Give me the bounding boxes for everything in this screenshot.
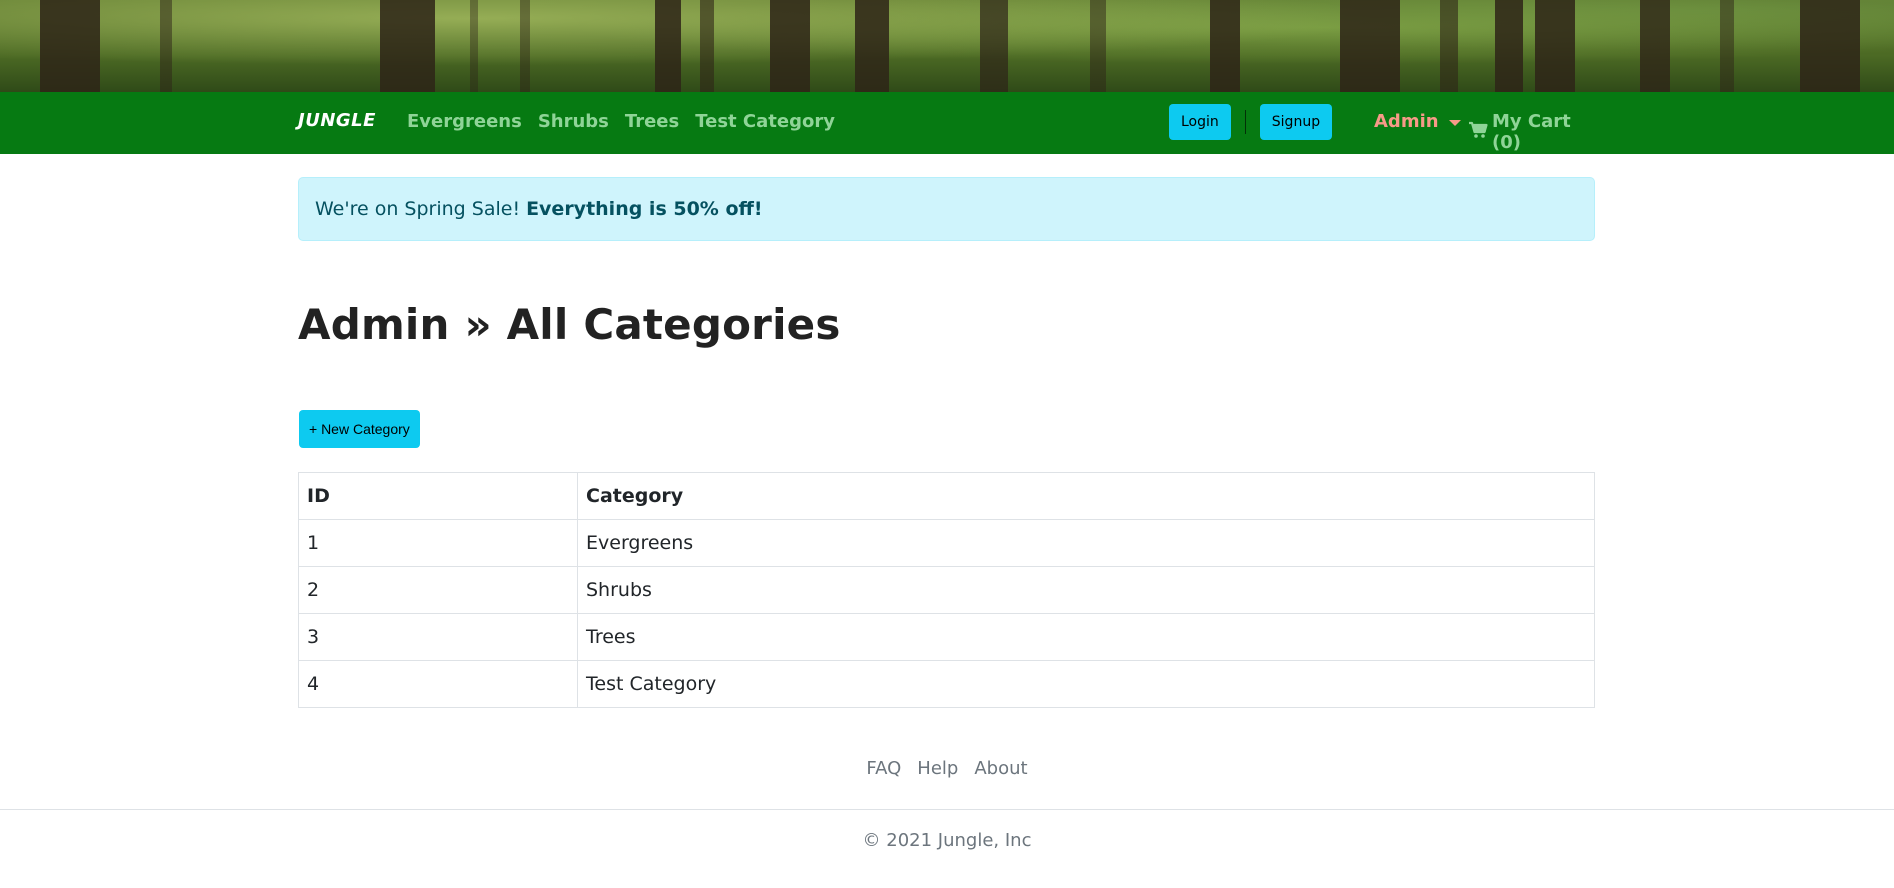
admin-label: Admin <box>1374 111 1439 132</box>
cell-id: 4 <box>298 660 578 708</box>
divider <box>1244 110 1246 134</box>
page-title: Admin » All Categories <box>298 300 841 349</box>
cell-id: 3 <box>298 613 578 661</box>
column-header-id: ID <box>298 472 578 520</box>
login-button[interactable]: Login <box>1169 104 1231 140</box>
cart-link[interactable]: My Cart (0) <box>1468 111 1596 153</box>
categories-table: ID Category 1 Evergreens 2 Shrubs 3 Tree… <box>298 472 1595 708</box>
table-row: 1 Evergreens <box>298 519 1595 567</box>
cell-id: 2 <box>298 566 578 614</box>
new-category-button[interactable]: + New Category <box>299 410 420 448</box>
cart-label: My Cart (0) <box>1492 111 1571 153</box>
cell-id: 1 <box>298 519 578 567</box>
column-header-category: Category <box>577 472 1595 520</box>
shopping-cart-icon <box>1468 121 1488 144</box>
table-row: 2 Shrubs <box>298 566 1595 614</box>
signup-button[interactable]: Signup <box>1259 104 1333 140</box>
footer-link-about[interactable]: About <box>974 758 1027 779</box>
nav-link-evergreens[interactable]: Evergreens <box>407 111 522 132</box>
table-row: 4 Test Category <box>298 660 1595 708</box>
table-header-row: ID Category <box>298 472 1595 520</box>
cell-category: Test Category <box>577 660 1595 708</box>
alert-emphasis: Everything is 50% off! <box>526 198 763 220</box>
category-nav: Evergreens Shrubs Trees Test Category <box>407 111 835 132</box>
table-row: 3 Trees <box>298 613 1595 661</box>
hero-banner-image <box>0 0 1894 92</box>
cell-category: Evergreens <box>577 519 1595 567</box>
alert-prefix: We're on Spring Sale! <box>315 198 521 220</box>
sale-alert: We're on Spring Sale! Everything is 50% … <box>298 177 1595 241</box>
nav-link-shrubs[interactable]: Shrubs <box>538 111 609 132</box>
caret-down-icon <box>1448 119 1461 126</box>
footer-link-help[interactable]: Help <box>917 758 958 779</box>
nav-link-test-category[interactable]: Test Category <box>695 111 835 132</box>
brand-logo[interactable]: JUNGLE <box>298 110 376 131</box>
auth-buttons: Login Signup <box>1169 104 1333 140</box>
footer-divider <box>0 809 1894 810</box>
top-navbar: JUNGLE Evergreens Shrubs Trees Test Cate… <box>0 92 1894 154</box>
copyright-text: © 2021 Jungle, Inc <box>862 830 1032 851</box>
nav-link-trees[interactable]: Trees <box>625 111 679 132</box>
footer-link-faq[interactable]: FAQ <box>866 758 901 779</box>
admin-dropdown[interactable]: Admin <box>1374 111 1461 132</box>
cell-category: Shrubs <box>577 566 1595 614</box>
cell-category: Trees <box>577 613 1595 661</box>
footer-links: FAQ Help About <box>0 758 1894 779</box>
